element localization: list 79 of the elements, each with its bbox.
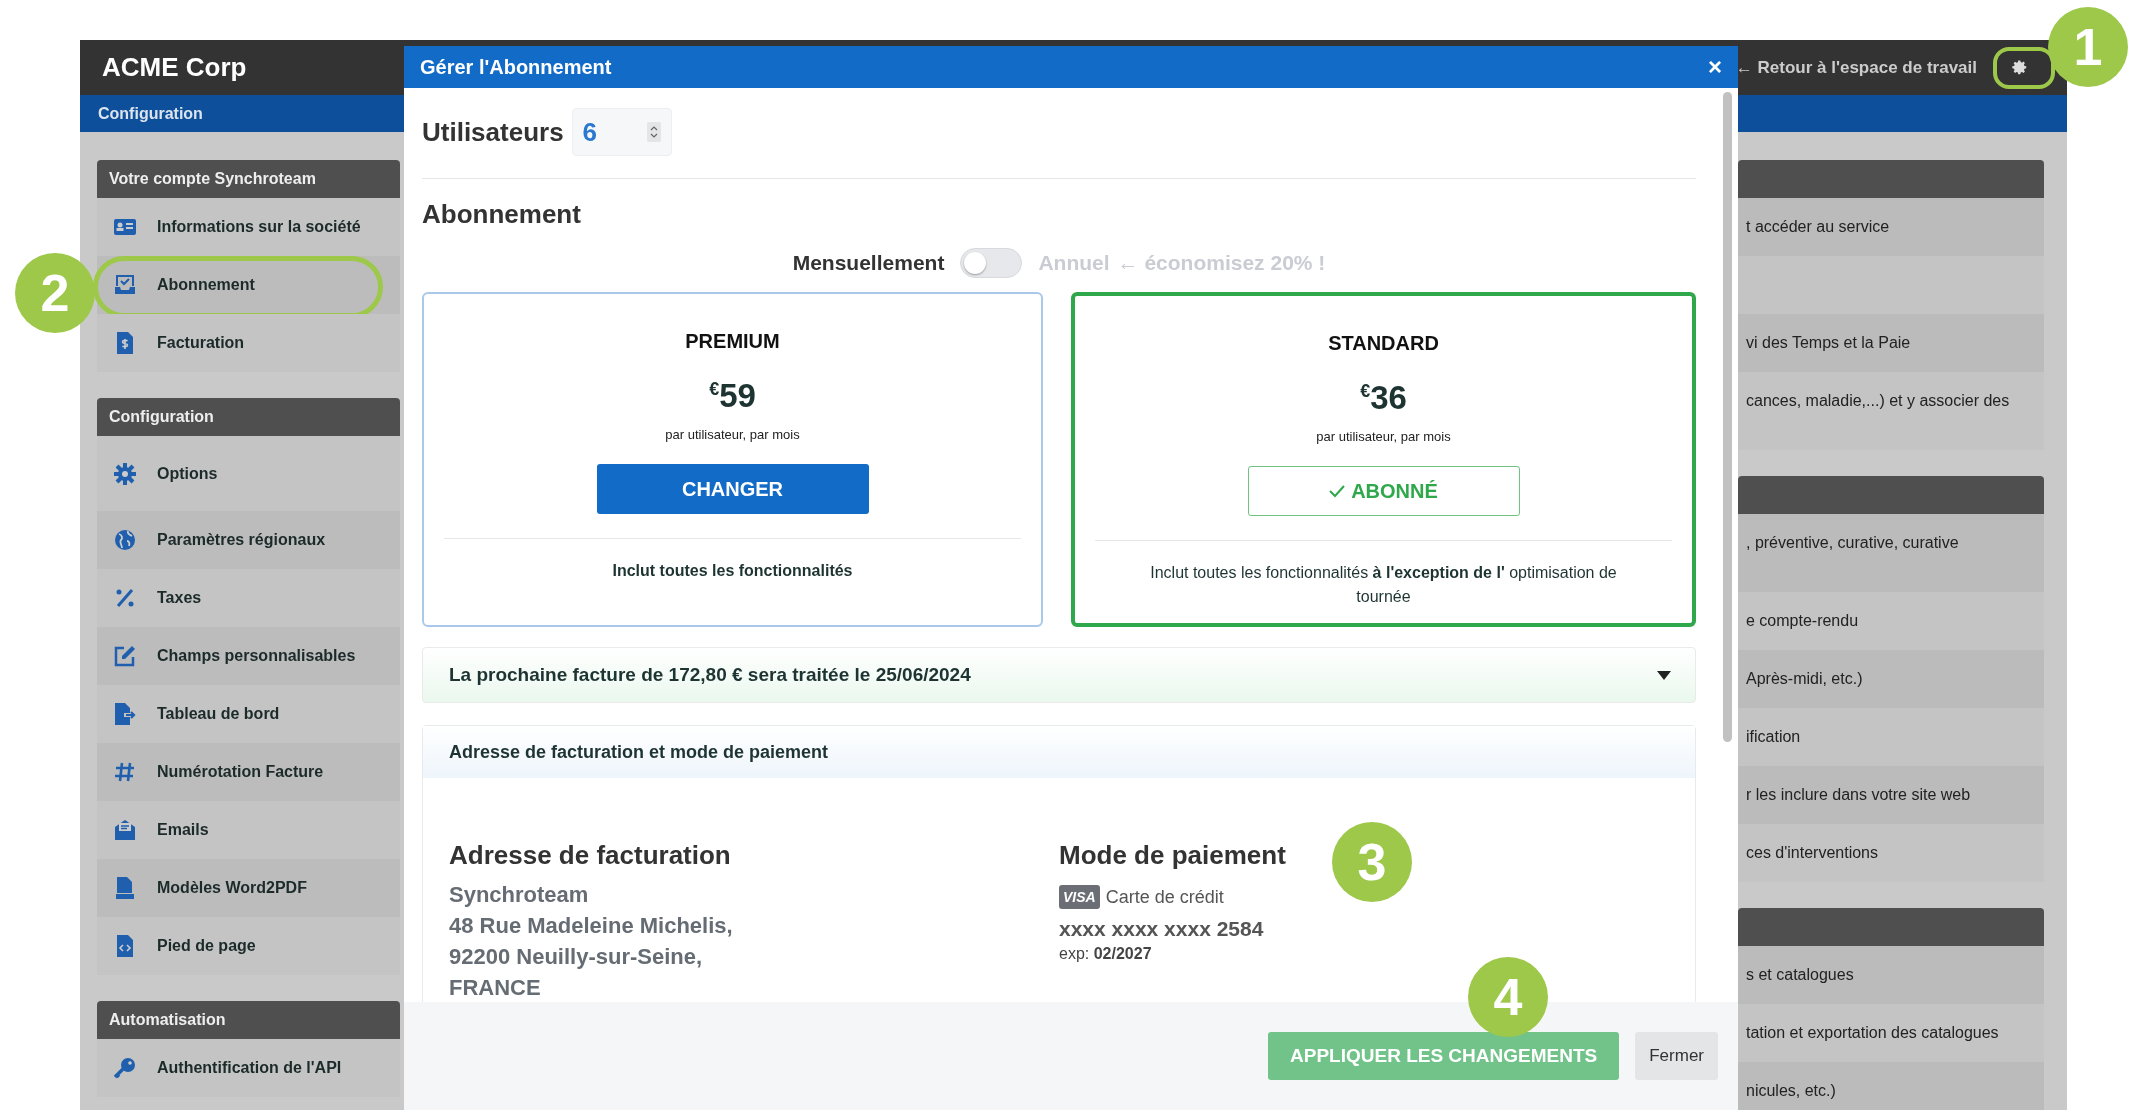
sidebar-item[interactable]: Tableau de bord xyxy=(97,685,400,743)
inbox-icon xyxy=(113,273,137,297)
settings-row[interactable]: tation et exportation des catalogues xyxy=(1738,1004,2044,1062)
section-header: Automatisation xyxy=(97,1001,400,1039)
settings-row[interactable]: r les inclure dans votre site web xyxy=(1738,766,2044,824)
step-number: 1 xyxy=(2048,7,2128,87)
plan-name: STANDARD xyxy=(1328,332,1439,355)
dialog-title: Gérer l'Abonnement xyxy=(420,55,612,79)
plan-features: Inclut toutes les fonctionnalités à l'exception de l' optimisation de tournée xyxy=(1149,563,1618,607)
sidebar-item[interactable]: Facturation xyxy=(97,314,400,372)
hash-icon xyxy=(113,760,137,784)
back-link[interactable]: ← Retour à l'espace de travail xyxy=(1735,57,1977,78)
sidebar-item[interactable]: Options xyxy=(97,436,400,511)
config-title: Configuration xyxy=(98,104,203,123)
monthly-label: Mensuellement xyxy=(792,251,945,275)
globe-icon xyxy=(113,528,137,552)
settings-row[interactable]: s et catalogues xyxy=(1738,946,2044,1004)
settings-row[interactable]: nicules, etc.) xyxy=(1738,1062,2044,1110)
check-icon xyxy=(1329,484,1346,498)
section-heading: Abonnement xyxy=(422,199,582,230)
expiry-label: exp: xyxy=(1059,945,1090,962)
panel-title: Adresse de facturation et mode de paiement xyxy=(449,741,829,763)
close-button[interactable]: Fermer xyxy=(1635,1032,1718,1080)
sidebar-item[interactable]: Pied de page xyxy=(97,917,400,975)
plan-name: PREMIUM xyxy=(685,330,780,353)
currency-symbol: € xyxy=(709,379,720,399)
stepper-icon[interactable] xyxy=(646,122,661,142)
address-line: 48 Rue Madeleine Michelis, xyxy=(449,912,733,940)
address-line: Synchroteam xyxy=(449,881,589,909)
card-number: xxxx xxxx xxxx 2584 xyxy=(1059,917,1264,941)
card-brand-badge: VISA xyxy=(1059,885,1100,909)
change-button[interactable]: CHANGER xyxy=(596,464,869,514)
invoice-bar[interactable]: La prochaine facture de 172,80 € sera traitée le 25/06/2024 xyxy=(422,647,1696,703)
scrollbar[interactable] xyxy=(1723,92,1732,742)
plan-price: 36 xyxy=(1370,379,1407,417)
envelope-icon xyxy=(113,818,137,842)
currency-symbol: € xyxy=(1360,381,1371,401)
sidebar-item[interactable]: Emails xyxy=(97,801,400,859)
close-button[interactable]: × xyxy=(1704,55,1726,79)
users-label: Utilisateurs xyxy=(422,116,564,148)
address-heading: Adresse de facturation xyxy=(449,840,731,871)
edit-icon xyxy=(113,644,137,668)
settings-row[interactable] xyxy=(1738,256,2044,314)
invoice-text: La prochaine facture de 172,80 € sera traitée le 25/06/2024 xyxy=(449,664,971,686)
settings-row[interactable]: vi des Temps et la Paie xyxy=(1738,314,2044,372)
export-icon xyxy=(113,702,137,726)
step-number: 2 xyxy=(15,253,95,333)
brand-name: ACME Corp xyxy=(101,52,247,83)
sidebar-item[interactable]: Paramètres régionaux xyxy=(97,511,400,569)
price-unit: par utilisateur, par mois xyxy=(1316,429,1451,444)
settings-row[interactable]: t accéder au service xyxy=(1738,198,2044,256)
address-line: FRANCE xyxy=(449,974,541,1002)
billing-toggle[interactable] xyxy=(960,248,1023,278)
settings-row[interactable]: Après-midi, etc.) xyxy=(1738,650,2044,708)
section-header: Votre compte Synchroteam xyxy=(97,160,400,198)
sidebar-item[interactable]: Authentification de l'API xyxy=(97,1039,400,1097)
section-header: Configuration xyxy=(97,398,400,436)
address-line: 92200 Neuilly-sur-Seine, xyxy=(449,943,703,971)
payment-heading: Mode de paiement xyxy=(1059,840,1286,871)
settings-row[interactable]: , préventive, curative, curative xyxy=(1738,514,2044,592)
gear-icon xyxy=(2011,58,2029,77)
users-input[interactable]: 6 xyxy=(571,108,672,156)
plan-price: 59 xyxy=(719,377,756,415)
plan-features: Inclut toutes les fonctionnalités xyxy=(612,561,853,581)
settings-row[interactable]: ification xyxy=(1738,708,2044,766)
sidebar-item[interactable]: Numérotation Facture xyxy=(97,743,400,801)
sidebar-item[interactable]: Taxes xyxy=(97,569,400,627)
settings-row[interactable]: ces d'interventions xyxy=(1738,824,2044,882)
sidebar-item[interactable]: Modèles Word2PDF xyxy=(97,859,400,917)
key-icon xyxy=(113,1056,137,1080)
gear-icon xyxy=(113,461,137,486)
sidebar-item[interactable]: Champs personnalisables xyxy=(97,627,400,685)
price-unit: par utilisateur, par mois xyxy=(665,427,800,442)
settings-row[interactable]: cances, maladie,...) et y associer des xyxy=(1738,372,2044,450)
sidebar-item[interactable]: Informations sur la société xyxy=(97,198,400,256)
caret-icon xyxy=(1657,670,1671,680)
card-type: Carte de crédit xyxy=(1105,886,1224,908)
expiry-date: 02/2027 xyxy=(1093,945,1152,962)
settings-row[interactable]: e compte-rendu xyxy=(1738,592,2044,650)
